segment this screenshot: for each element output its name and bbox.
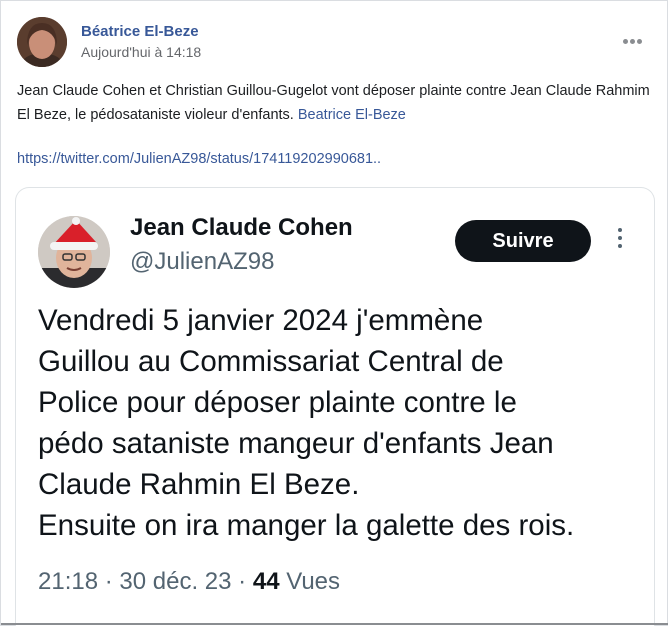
tweet-text-line: Ensuite on ira manger la galette des roi… xyxy=(38,509,575,542)
more-horizontal-icon[interactable] xyxy=(623,31,647,45)
post-text: Jean Claude Cohen et Christian Guillou-G… xyxy=(17,79,657,127)
meta-separator: · xyxy=(238,568,247,595)
tweet-date[interactable]: 30 déc. 23 xyxy=(119,568,231,595)
meta-separator: · xyxy=(104,568,113,595)
tweet-text-line: Claude Rahmin El Beze. xyxy=(38,468,360,501)
tweet-text-line: Vendredi 5 janvier 2024 j'emmène xyxy=(38,304,484,337)
tweet-text: Vendredi 5 janvier 2024 j'emmène Guillou… xyxy=(38,300,648,546)
tweet-author-avatar[interactable] xyxy=(38,216,110,288)
tweet-views-count: 44 xyxy=(252,568,280,595)
follow-button[interactable]: Suivre xyxy=(455,220,591,262)
tweet-text-line: Police pour déposer plainte contre le xyxy=(38,386,517,419)
tweet-author-name[interactable]: Jean Claude Cohen xyxy=(130,214,353,242)
tweet-author-handle[interactable]: @JulienAZ98 xyxy=(130,248,274,276)
post-mention-link[interactable]: Beatrice El-Beze xyxy=(298,107,406,123)
post-author-name[interactable]: Béatrice El-Beze xyxy=(81,23,199,40)
tweet-time[interactable]: 21:18 xyxy=(38,568,98,595)
tweet-views-label: Vues xyxy=(286,568,341,595)
post-url-link[interactable]: https://twitter.com/JulienAZ98/status/17… xyxy=(17,151,381,167)
more-vertical-icon[interactable] xyxy=(616,228,624,254)
facebook-post: Béatrice El-Beze Aujourd'hui à 14:18 Jea… xyxy=(0,0,668,626)
tweet-text-line: pédo sataniste mangeur d'enfants Jean xyxy=(38,427,554,460)
tweet-metadata: 21:18 · 30 déc. 23 · 44 Vues xyxy=(38,568,340,596)
bottom-divider xyxy=(1,623,668,625)
embedded-tweet-card[interactable]: Jean Claude Cohen @JulienAZ98 Suivre Ven… xyxy=(15,187,655,626)
author-avatar-image xyxy=(17,17,67,67)
post-timestamp[interactable]: Aujourd'hui à 14:18 xyxy=(81,44,201,60)
tweet-text-line: Guillou au Commissariat Central de xyxy=(38,345,504,378)
tweet-avatar-image xyxy=(38,216,110,288)
author-avatar[interactable] xyxy=(17,17,67,67)
